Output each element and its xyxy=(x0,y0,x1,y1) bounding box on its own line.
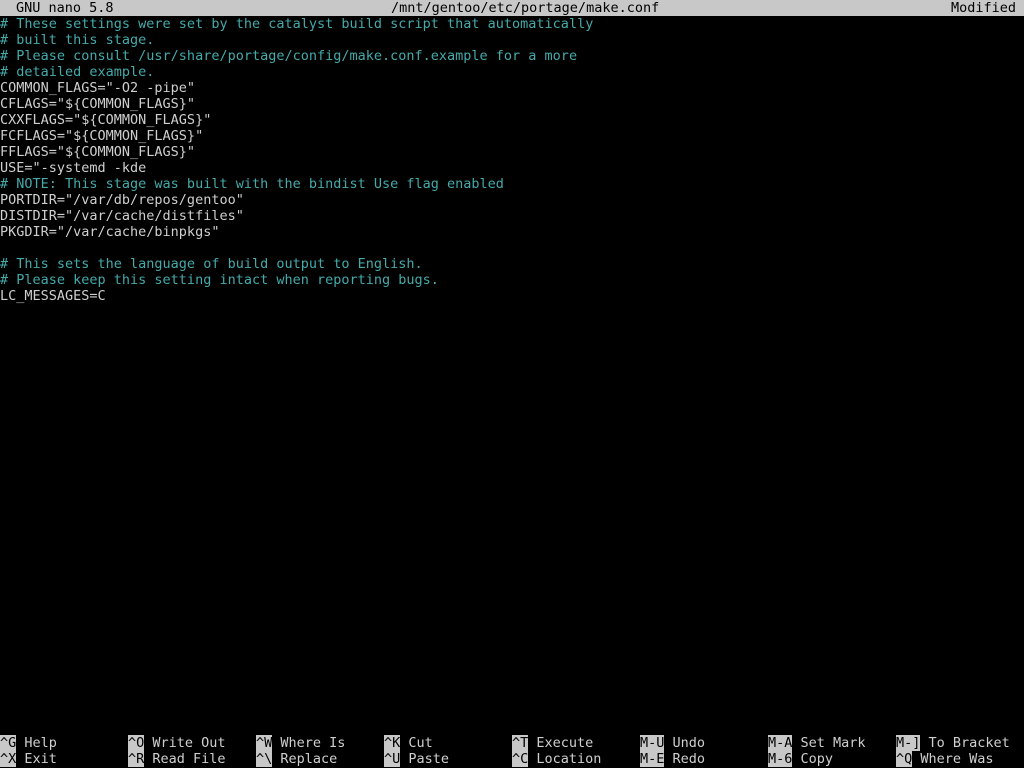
shortcut-key: M-] xyxy=(896,735,921,751)
shortcut-where-was[interactable]: ^Q Where Was xyxy=(896,751,994,767)
shortcut-where-is[interactable]: ^W Where Is xyxy=(256,735,345,751)
shortcut-read-file[interactable]: ^R Read File xyxy=(128,751,226,767)
editor-line[interactable]: USE="-systemd -kde xyxy=(0,160,1024,176)
shortcut-key: ^U xyxy=(384,751,401,767)
line-text: # This sets the language of build output… xyxy=(0,256,423,272)
shortcut-label: Where Was xyxy=(920,751,994,767)
shortcut-key: ^T xyxy=(512,735,529,751)
editor-line[interactable]: PKGDIR="/var/cache/binpkgs" xyxy=(0,224,1024,240)
editor-line[interactable]: # NOTE: This stage was built with the bi… xyxy=(0,176,1024,192)
shortcut-execute[interactable]: ^T Execute xyxy=(512,735,593,751)
editor-line[interactable]: # detailed example. xyxy=(0,64,1024,80)
shortcut-key: ^W xyxy=(256,735,273,751)
shortcut-key: M-A xyxy=(768,735,793,751)
editor-line[interactable]: PORTDIR="/var/db/repos/gentoo" xyxy=(0,192,1024,208)
line-text: USE="-systemd -kde xyxy=(0,160,147,176)
editor-line[interactable]: # These settings were set by the catalys… xyxy=(0,16,1024,32)
line-text: CXXFLAGS="${COMMON_FLAGS}" xyxy=(0,112,212,128)
line-text: # Please keep this setting intact when r… xyxy=(0,272,439,288)
modified-status: Modified xyxy=(950,0,1016,16)
shortcut-exit[interactable]: ^X Exit xyxy=(0,751,57,767)
line-text: # NOTE: This stage was built with the bi… xyxy=(0,176,504,192)
shortcut-label: Execute xyxy=(536,735,594,751)
editor-line[interactable]: # Please keep this setting intact when r… xyxy=(0,272,1024,288)
line-text: PKGDIR="/var/cache/binpkgs" xyxy=(0,224,220,240)
line-text: PORTDIR="/var/db/repos/gentoo" xyxy=(0,192,244,208)
shortcut-label: To Bracket xyxy=(928,735,1010,751)
shortcut-help[interactable]: ^G Help xyxy=(0,735,57,751)
shortcut-undo[interactable]: M-U Undo xyxy=(640,735,705,751)
shortcut-key: ^K xyxy=(384,735,401,751)
shortcut-replace[interactable]: ^\ Replace xyxy=(256,751,337,767)
shortcut-key: ^Q xyxy=(896,751,913,767)
line-text: FCFLAGS="${COMMON_FLAGS}" xyxy=(0,128,204,144)
shortcut-set-mark[interactable]: M-A Set Mark xyxy=(768,735,866,751)
shortcut-key: ^O xyxy=(128,735,145,751)
shortcut-to-bracket[interactable]: M-] To Bracket xyxy=(896,735,1010,751)
line-text: # detailed example. xyxy=(0,64,155,80)
app-name: GNU nano 5.8 xyxy=(16,0,114,16)
shortcut-label: Paste xyxy=(408,751,450,767)
editor-line[interactable]: CFLAGS="${COMMON_FLAGS}" xyxy=(0,96,1024,112)
editor-line[interactable]: DISTDIR="/var/cache/distfiles" xyxy=(0,208,1024,224)
line-text: COMMON_FLAGS="-O2 -pipe" xyxy=(0,80,196,96)
line-text: CFLAGS="${COMMON_FLAGS}" xyxy=(0,96,196,112)
editor-line[interactable]: # This sets the language of build output… xyxy=(0,256,1024,272)
shortcut-label: Where Is xyxy=(280,735,346,751)
editor-line[interactable]: FCFLAGS="${COMMON_FLAGS}" xyxy=(0,128,1024,144)
editor-line[interactable]: # Please consult /usr/share/portage/conf… xyxy=(0,48,1024,64)
shortcut-label: Read File xyxy=(152,751,226,767)
shortcut-key: ^X xyxy=(0,751,17,767)
shortcut-key: M-U xyxy=(640,735,665,751)
shortcut-key: ^C xyxy=(512,751,529,767)
shortcut-bar: ^G Help ^X Exit ^O Write Out ^R Read Fil… xyxy=(0,735,1024,767)
shortcut-label: Cut xyxy=(408,735,433,751)
shortcut-label: Exit xyxy=(24,751,57,767)
shortcut-location[interactable]: ^C Location xyxy=(512,751,601,767)
editor-line[interactable]: # built this stage. xyxy=(0,32,1024,48)
line-text: # Please consult /usr/share/portage/conf… xyxy=(0,48,578,64)
shortcut-label: Copy xyxy=(800,751,834,767)
shortcut-key: ^R xyxy=(128,751,145,767)
shortcut-label: Redo xyxy=(672,751,706,767)
shortcut-label: Undo xyxy=(672,735,706,751)
shortcut-label: Write Out xyxy=(152,735,226,751)
shortcut-paste[interactable]: ^U Paste xyxy=(384,751,449,767)
shortcut-key: ^G xyxy=(0,735,17,751)
line-text: # These settings were set by the catalys… xyxy=(0,16,594,32)
line-text: FFLAGS="${COMMON_FLAGS}" xyxy=(0,144,196,160)
file-path: /mnt/gentoo/etc/portage/make.conf xyxy=(391,0,660,16)
shortcut-redo[interactable]: M-E Redo xyxy=(640,751,705,767)
editor-line[interactable]: COMMON_FLAGS="-O2 -pipe" xyxy=(0,80,1024,96)
editor-line[interactable]: LC_MESSAGES=C xyxy=(0,288,1024,304)
shortcut-cut[interactable]: ^K Cut xyxy=(384,735,433,751)
line-text: # built this stage. xyxy=(0,32,155,48)
line-text: LC_MESSAGES=C xyxy=(0,288,106,304)
editor-buffer[interactable]: # These settings were set by the catalys… xyxy=(0,16,1024,734)
editor-line[interactable] xyxy=(0,240,1024,256)
shortcut-key: M-E xyxy=(640,751,665,767)
shortcut-copy[interactable]: M-6 Copy xyxy=(768,751,833,767)
shortcut-label: Set Mark xyxy=(800,735,866,751)
shortcut-label: Help xyxy=(24,735,57,751)
shortcut-write-out[interactable]: ^O Write Out xyxy=(128,735,226,751)
shortcut-key: M-6 xyxy=(768,751,793,767)
title-bar: GNU nano 5.8 /mnt/gentoo/etc/portage/mak… xyxy=(0,0,1024,16)
editor-line[interactable]: FFLAGS="${COMMON_FLAGS}" xyxy=(0,144,1024,160)
shortcut-label: Replace xyxy=(280,751,338,767)
shortcut-key: ^\ xyxy=(256,751,273,767)
editor-line[interactable]: CXXFLAGS="${COMMON_FLAGS}" xyxy=(0,112,1024,128)
shortcut-label: Location xyxy=(536,751,602,767)
line-text: DISTDIR="/var/cache/distfiles" xyxy=(0,208,244,224)
